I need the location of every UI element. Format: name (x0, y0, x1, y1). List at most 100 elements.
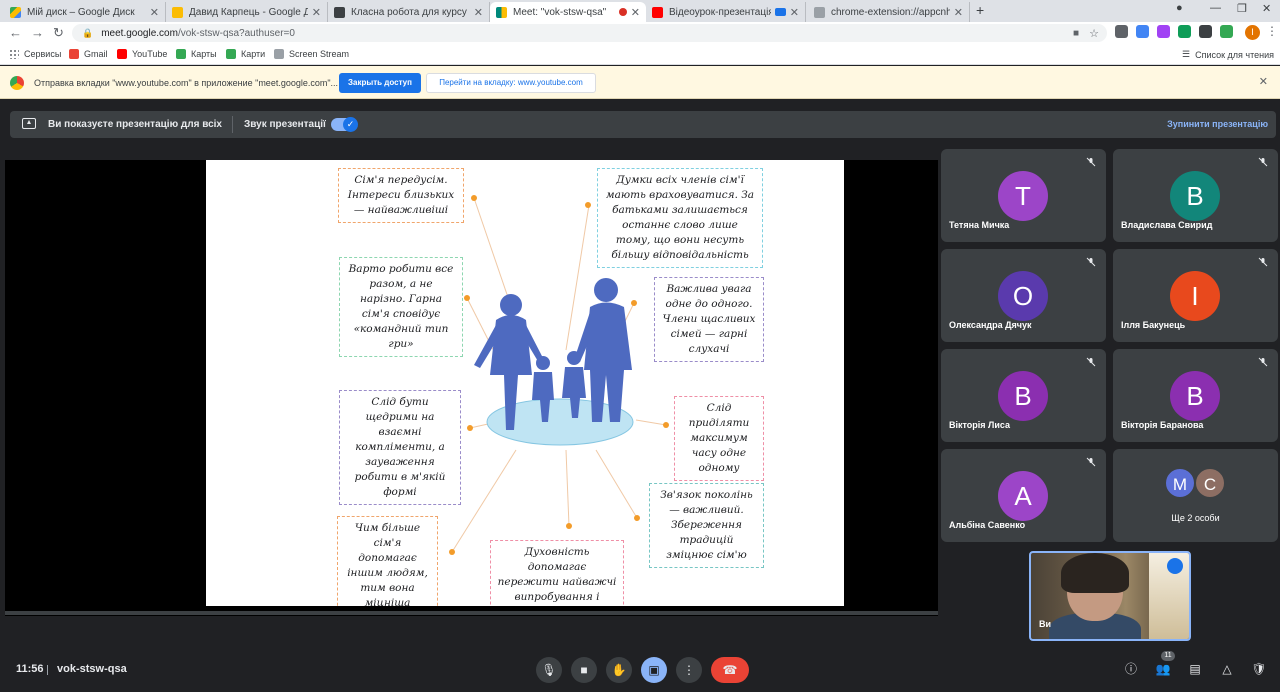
meet-icon (496, 6, 507, 18)
kebab-menu-icon[interactable]: ⋮ (1266, 24, 1278, 38)
more-options-button[interactable]: ⋮ (676, 657, 702, 683)
hang-up-icon: ☎ (722, 663, 738, 677)
forward-icon[interactable]: → (31, 25, 44, 40)
tab-label: Класна робота для курсу "Вихов (351, 6, 470, 18)
slide-dot (663, 422, 669, 428)
more-participants-label: Ще 2 особи (1171, 513, 1220, 523)
mic-off-icon (1258, 257, 1268, 267)
close-icon[interactable]: ✕ (790, 6, 799, 19)
present-button[interactable]: ▣ (641, 657, 667, 683)
participant-tile[interactable]: B Вікторія Лиса (941, 349, 1106, 442)
avatar: A (998, 471, 1048, 521)
close-icon[interactable]: ✕ (954, 6, 963, 19)
slide-dot (566, 523, 572, 529)
stop-presentation-button[interactable]: Зупинити презентацію (1167, 119, 1268, 129)
back-icon[interactable]: ← (9, 25, 22, 40)
bookmark-maps[interactable]: Карты (176, 49, 217, 59)
maximize-button[interactable]: ❐ (1237, 2, 1247, 15)
extension-icon[interactable] (1220, 25, 1233, 38)
activities-icon[interactable]: △ (1218, 660, 1236, 678)
chat-icon[interactable]: ▤ (1186, 660, 1204, 678)
camera-icon[interactable]: ■ (1073, 28, 1079, 39)
participant-tile[interactable]: T Тетяна Мичка (941, 149, 1106, 242)
participant-tile[interactable]: O Олександра Дячук (941, 249, 1106, 342)
participant-name: Ілля Бакунець (1121, 320, 1186, 330)
close-icon[interactable]: ✕ (312, 6, 321, 19)
profile-avatar[interactable]: I (1245, 25, 1260, 40)
self-view-tile[interactable]: Ви (1029, 551, 1191, 641)
participant-name: Олександра Дячук (949, 320, 1032, 330)
bookmark-screen-stream[interactable]: Screen Stream (274, 49, 349, 59)
participant-tile[interactable]: A Альбіна Савенко (941, 449, 1106, 542)
tab-drive[interactable]: Мій диск – Google Диск ✕ (4, 2, 166, 22)
address-bar[interactable]: 🔒 meet.google.com/vok-stsw-qsa?authuser=… (72, 24, 1107, 42)
participant-tile[interactable]: B Вікторія Баранова (1113, 349, 1278, 442)
slide-box-opinions: Думки всіх членів сім'ї мають враховуват… (597, 168, 763, 268)
slide-dot (467, 425, 473, 431)
classroom-icon (334, 6, 345, 18)
close-icon[interactable]: ✕ (1259, 75, 1268, 88)
youtube-icon (652, 6, 663, 18)
stop-sharing-button[interactable]: Закрыть доступ (339, 73, 421, 93)
host-controls-icon[interactable]: 🛡 (1250, 660, 1268, 678)
bookmark-maps-ua[interactable]: Карти (226, 49, 265, 59)
maps-icon (226, 49, 236, 59)
extension-icon[interactable] (1157, 25, 1170, 38)
participant-tile[interactable]: I Ілля Бакунець (1113, 249, 1278, 342)
more-participants-tile[interactable]: M C Ще 2 особи (1113, 449, 1278, 542)
tab-classroom[interactable]: Класна робота для курсу "Вихов ✕ (328, 2, 490, 22)
bookmark-gmail[interactable]: Gmail (69, 49, 108, 59)
slide-box-help: Чим більше сім'я допомагає іншим людям, … (337, 516, 438, 606)
new-tab-button[interactable]: + (976, 2, 984, 18)
tab-youtube[interactable]: Відеоурок-презентація до д ✕ (646, 2, 806, 22)
screen-stream-icon (274, 49, 284, 59)
tab-search-icon[interactable]: ● (1176, 2, 1183, 14)
extension-icon[interactable] (1115, 25, 1128, 38)
mic-off-icon (1258, 157, 1268, 167)
slide-box-spirituality: Духовність допомагає пережити найважчі в… (490, 540, 624, 606)
slide-box-attention: Важлива увага одне до одного. Члени щасл… (654, 277, 764, 362)
stage-scrollbar[interactable] (5, 611, 938, 615)
tab-label: Давид Карпець - Google Диск: 1 (189, 6, 308, 18)
puzzle-icon[interactable] (1199, 25, 1212, 38)
close-icon[interactable]: ✕ (474, 6, 483, 19)
extension-icon[interactable] (1178, 25, 1191, 38)
slide-dot (464, 295, 470, 301)
bookmark-label: Сервисы (24, 49, 62, 59)
switch-tab-button[interactable]: Перейти на вкладку: www.youtube.com (426, 73, 596, 93)
slide-box-family-first: Сім'я передусім. Інтереси близьких — най… (338, 168, 464, 223)
gmail-icon (69, 49, 79, 59)
people-icon[interactable]: 👥 (1154, 660, 1172, 678)
close-icon[interactable]: ✕ (150, 6, 159, 19)
self-name: Ви (1039, 619, 1052, 629)
raise-hand-button[interactable]: ✋ (606, 657, 632, 683)
minimize-button[interactable]: — (1210, 2, 1221, 14)
tab-drive-david[interactable]: Давид Карпець - Google Диск: 1 ✕ (166, 2, 328, 22)
close-window-button[interactable]: ✕ (1262, 2, 1271, 15)
meeting-details-icon[interactable]: ⓘ (1122, 660, 1140, 678)
tab-meet[interactable]: Meet: "vok-stsw-qsa" ✕ (490, 2, 646, 22)
leave-call-button[interactable]: ☎ (711, 657, 749, 683)
drive-icon (172, 6, 183, 18)
bookmark-star-icon[interactable]: ☆ (1089, 27, 1099, 40)
bookmark-youtube[interactable]: YouTube (117, 49, 167, 59)
presentation-sound-toggle[interactable]: ✓ (331, 117, 358, 132)
bookmark-label: Карти (241, 49, 266, 59)
reading-list-icon: ☰ (1182, 49, 1191, 59)
slide-box-together: Варто робити все разом, а не нарізно. Га… (339, 257, 463, 357)
close-icon[interactable]: ✕ (631, 6, 640, 19)
avatar: B (1170, 371, 1220, 421)
reading-list[interactable]: ☰ Список для чтения (1182, 49, 1274, 60)
participant-tile[interactable]: B Владислава Свирид (1113, 149, 1278, 242)
presenting-status: Ви показуєте презентацію для всіх (48, 119, 222, 130)
extension-icon[interactable] (1136, 25, 1149, 38)
microphone-button[interactable]: 🎙 (536, 657, 562, 683)
bookmark-services[interactable]: Сервисы (9, 49, 61, 59)
url-host: meet.google.com (101, 27, 178, 39)
avatar: T (998, 171, 1048, 221)
tab-extension[interactable]: chrome-extension://appcnhiefcio ✕ (808, 2, 970, 22)
avatar: B (998, 371, 1048, 421)
camera-button[interactable]: ■ (571, 657, 597, 683)
tab-label: Відеоурок-презентація до д (669, 6, 771, 18)
reload-icon[interactable]: ↻ (53, 25, 64, 41)
